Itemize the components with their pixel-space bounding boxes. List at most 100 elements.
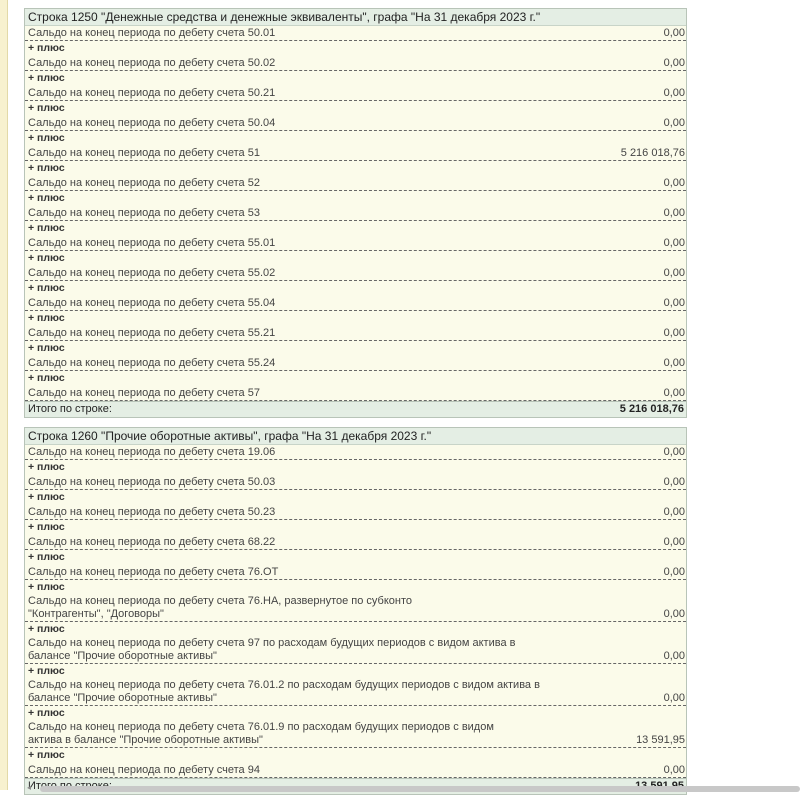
section-title[interactable]: Строка 1260 "Прочие оборотные активы", г… (25, 428, 686, 445)
balance-row[interactable]: Сальдо на конец периода по дебету счета … (25, 763, 686, 778)
report-sheet: Строка 1250 "Денежные средства и денежны… (24, 8, 687, 795)
row-label: Сальдо на конец периода по дебету счета … (28, 476, 276, 488)
balance-row[interactable]: Сальдо на конец периода по дебету счета … (25, 236, 686, 251)
plus-separator: + плюс (28, 342, 65, 354)
row-value: 0,00 (663, 27, 685, 39)
section-line-1260: Строка 1260 "Прочие оборотные активы", г… (24, 427, 687, 795)
plus-separator: + плюс (28, 665, 65, 677)
row-value: 0,00 (663, 207, 685, 219)
plus-separator: + плюс (28, 623, 65, 635)
plus-separator: + плюс (28, 372, 65, 384)
plus-separator: + плюс (28, 222, 65, 234)
row-value: 0,00 (663, 297, 685, 309)
balance-row[interactable]: Сальдо на конец периода по дебету счета … (25, 356, 686, 371)
plus-separator: + плюс (28, 581, 65, 593)
row-value: 0,00 (663, 692, 685, 704)
row-value: 0,00 (663, 87, 685, 99)
row-value: 13 591,95 (636, 734, 685, 746)
plus-separator: + плюс (28, 42, 65, 54)
row-value: 0,00 (663, 237, 685, 249)
balance-row[interactable]: Сальдо на конец периода по дебету счета … (25, 535, 686, 550)
row-value: 0,00 (663, 536, 685, 548)
balance-row[interactable]: Сальдо на конец периода по дебету счета … (25, 206, 686, 221)
row-label: Сальдо на конец периода по дебету счета … (28, 357, 276, 369)
plus-separator: + плюс (28, 192, 65, 204)
row-label: Сальдо на конец периода по дебету счета … (28, 147, 260, 159)
row-label: Сальдо на конец периода по дебету счета … (28, 57, 276, 69)
balance-row[interactable]: Сальдо на конец периода по дебету счета … (25, 176, 686, 191)
row-value: 0,00 (663, 566, 685, 578)
balance-row[interactable]: Сальдо на конец периода по дебету счета … (25, 86, 686, 101)
row-value: 5 216 018,76 (620, 147, 685, 159)
plus-separator: + плюс (28, 252, 65, 264)
plus-separator: + плюс (28, 521, 65, 533)
total-value: 5 216 018,76 (619, 403, 684, 415)
balance-row[interactable]: Сальдо на конец периода по дебету счета … (25, 56, 686, 71)
plus-separator: + плюс (28, 162, 65, 174)
left-margin-strip (0, 0, 8, 790)
balance-row[interactable]: Сальдо на конец периода по дебету счета … (25, 565, 686, 580)
balance-row[interactable]: Сальдо на конец периода по дебету счета … (25, 266, 686, 281)
row-value: 0,00 (663, 476, 685, 488)
section-title[interactable]: Строка 1250 "Денежные средства и денежны… (25, 9, 686, 26)
row-value: 0,00 (663, 608, 685, 620)
balance-row[interactable]: Сальдо на конец периода по дебету счета … (25, 445, 686, 460)
row-label: Сальдо на конец периода по дебету счета … (28, 721, 494, 746)
row-label: Сальдо на конец периода по дебету счета … (28, 207, 260, 219)
row-value: 0,00 (663, 506, 685, 518)
section-total[interactable]: Итого по строке: 5 216 018,76 (25, 401, 686, 417)
row-label: Сальдо на конец периода по дебету счета … (28, 237, 276, 249)
row-value: 0,00 (663, 764, 685, 776)
balance-row[interactable]: Сальдо на конец периода по дебету счета … (25, 386, 686, 401)
row-label: Сальдо на конец периода по дебету счета … (28, 387, 260, 399)
balance-row[interactable]: Сальдо на конец периода по дебету счета … (25, 296, 686, 311)
row-label: Сальдо на конец периода по дебету счета … (28, 595, 413, 620)
row-label: Сальдо на конец периода по дебету счета … (28, 764, 260, 776)
row-value: 0,00 (663, 446, 685, 458)
row-label: Сальдо на конец периода по дебету счета … (28, 87, 276, 99)
balance-row[interactable]: Сальдо на конец периода по дебету счета … (25, 146, 686, 161)
plus-separator: + плюс (28, 491, 65, 503)
total-label: Итого по строке: (28, 403, 112, 415)
row-value: 0,00 (663, 327, 685, 339)
row-value: 0,00 (663, 117, 685, 129)
horizontal-scrollbar[interactable] (40, 786, 800, 792)
plus-separator: + плюс (28, 72, 65, 84)
plus-separator: + плюс (28, 132, 65, 144)
balance-row[interactable]: Сальдо на конец периода по дебету счета … (25, 637, 686, 664)
row-label: Сальдо на конец периода по дебету счета … (28, 536, 276, 548)
row-label: Сальдо на конец периода по дебету счета … (28, 637, 516, 662)
row-value: 0,00 (663, 57, 685, 69)
balance-row[interactable]: Сальдо на конец периода по дебету счета … (25, 505, 686, 520)
plus-separator: + плюс (28, 461, 65, 473)
section-line-1250: Строка 1250 "Денежные средства и денежны… (24, 8, 687, 418)
row-label: Сальдо на конец периода по дебету счета … (28, 327, 276, 339)
balance-row[interactable]: Сальдо на конец периода по дебету счета … (25, 595, 686, 622)
row-value: 0,00 (663, 177, 685, 189)
plus-separator: + плюс (28, 551, 65, 563)
balance-row[interactable]: Сальдо на конец периода по дебету счета … (25, 116, 686, 131)
row-value: 0,00 (663, 650, 685, 662)
row-label: Сальдо на конец периода по дебету счета … (28, 267, 276, 279)
balance-row[interactable]: Сальдо на конец периода по дебету счета … (25, 326, 686, 341)
balance-row[interactable]: Сальдо на конец периода по дебету счета … (25, 721, 686, 748)
balance-row[interactable]: Сальдо на конец периода по дебету счета … (25, 679, 686, 706)
balance-row[interactable]: Сальдо на конец периода по дебету счета … (25, 475, 686, 490)
row-value: 0,00 (663, 387, 685, 399)
plus-separator: + плюс (28, 102, 65, 114)
row-label: Сальдо на конец периода по дебету счета … (28, 117, 276, 129)
row-value: 0,00 (663, 267, 685, 279)
row-label: Сальдо на конец периода по дебету счета … (28, 297, 276, 309)
row-label: Сальдо на конец периода по дебету счета … (28, 679, 540, 704)
plus-separator: + плюс (28, 749, 65, 761)
plus-separator: + плюс (28, 707, 65, 719)
plus-separator: + плюс (28, 312, 65, 324)
row-label: Сальдо на конец периода по дебету счета … (28, 177, 260, 189)
row-label: Сальдо на конец периода по дебету счета … (28, 506, 276, 518)
row-label: Сальдо на конец периода по дебету счета … (28, 27, 276, 39)
row-label: Сальдо на конец периода по дебету счета … (28, 566, 279, 578)
plus-separator: + плюс (28, 282, 65, 294)
row-value: 0,00 (663, 357, 685, 369)
scroll-left-arrow-icon[interactable]: ◂ (24, 783, 34, 793)
balance-row[interactable]: Сальдо на конец периода по дебету счета … (25, 26, 686, 41)
